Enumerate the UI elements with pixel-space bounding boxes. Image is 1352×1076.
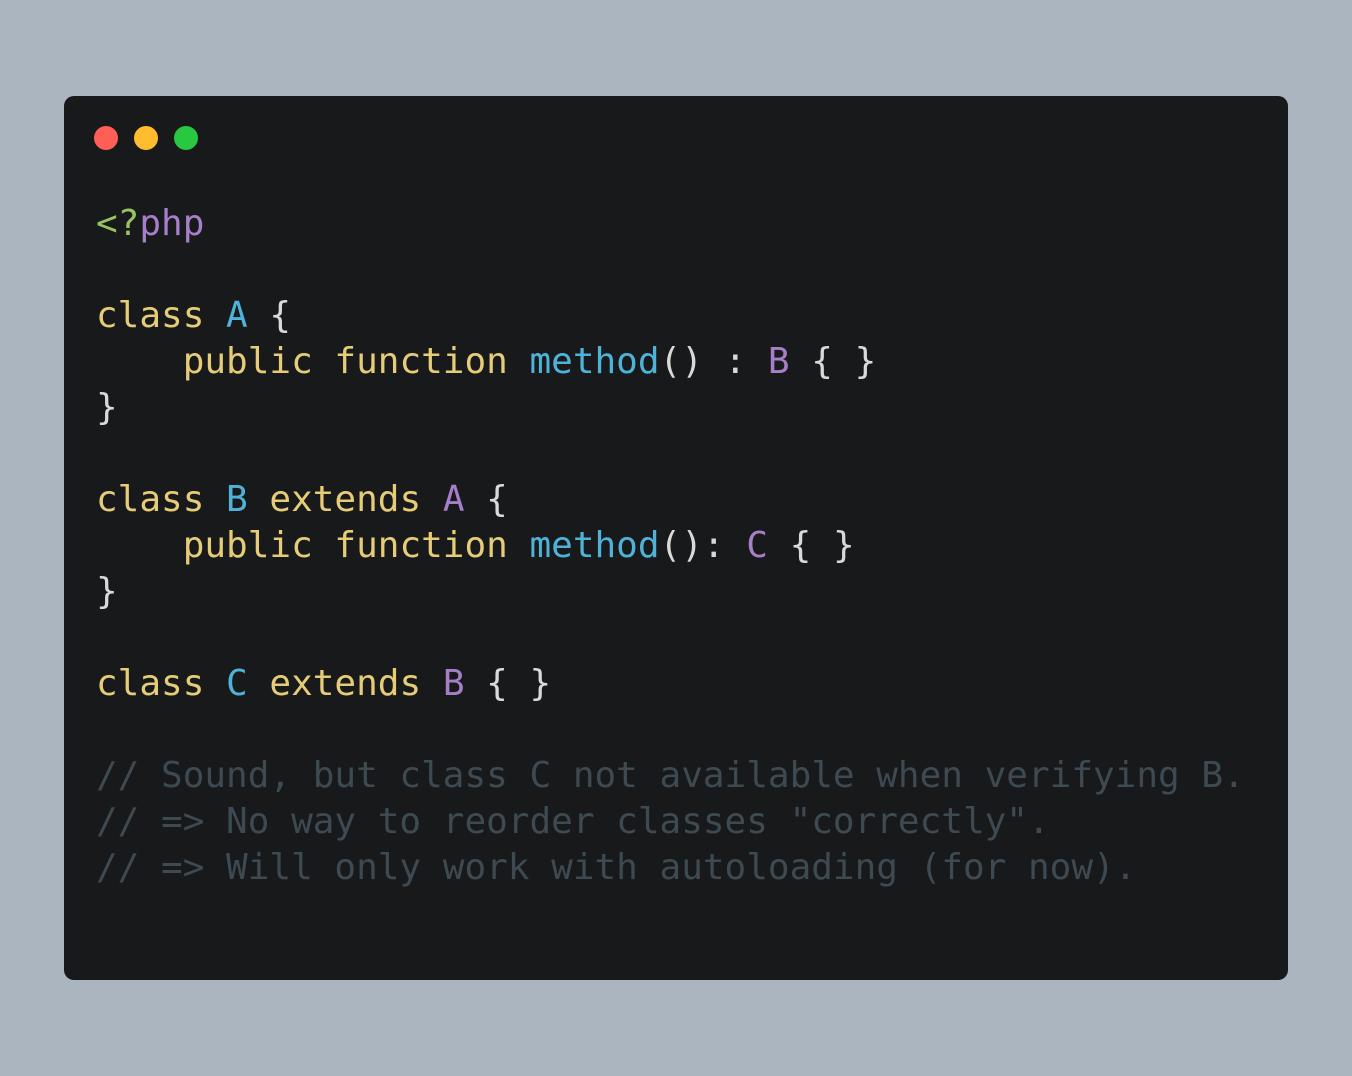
code-line: // => Will only work with autoloading (f… [96, 845, 1245, 891]
code-window: <?php class A { public function method() … [64, 96, 1288, 980]
code-line: public function method(): C { } [96, 523, 1245, 569]
code-token-php: php [139, 203, 205, 244]
code-token-type: B [767, 341, 790, 382]
code-token-plain: } [96, 387, 118, 428]
code-token-fn: method [529, 525, 660, 566]
code-token-tag: <? [96, 203, 140, 244]
code-line: <?php [96, 201, 1245, 247]
code-token-plain: { } [789, 341, 877, 382]
code-token-kw: extends [247, 663, 443, 704]
code-line: class A { [96, 293, 1245, 339]
code-token-type: C [746, 525, 768, 566]
code-token-kw: public function [182, 525, 530, 566]
code-line: } [96, 569, 1245, 615]
code-token-cls: C [226, 663, 248, 704]
code-token-kw: class [96, 663, 227, 704]
code-token-comment: // Sound, but class C not available when… [96, 755, 1245, 796]
code-token-comment: // => Will only work with autoloading (f… [96, 847, 1137, 888]
code-line: class B extends A { [96, 477, 1245, 523]
maximize-dot-icon [174, 126, 198, 150]
code-token-cls: A [226, 295, 248, 336]
code-block: <?php class A { public function method() … [96, 201, 1245, 891]
minimize-dot-icon [134, 126, 158, 150]
code-token-cls: B [226, 479, 248, 520]
code-token-plain: { } [767, 525, 855, 566]
code-token-kw: class [96, 295, 227, 336]
code-line: // Sound, but class C not available when… [96, 753, 1245, 799]
code-line: } [96, 385, 1245, 431]
code-token-comment: // => No way to reorder classes "correct… [96, 801, 1050, 842]
code-token-plain: { [464, 479, 508, 520]
code-token-kw: extends [247, 479, 443, 520]
code-token-plain: (): [659, 525, 747, 566]
code-token-plain: } [96, 571, 118, 612]
code-line: public function method() : B { } [96, 339, 1245, 385]
code-token-plain: { } [464, 663, 552, 704]
code-line: // => No way to reorder classes "correct… [96, 799, 1245, 845]
code-token-type: B [442, 663, 465, 704]
code-line: class C extends B { } [96, 661, 1245, 707]
code-token-plain: () : [659, 341, 768, 382]
close-dot-icon [94, 126, 118, 150]
code-token-type: A [442, 479, 465, 520]
code-token-kw: public function [182, 341, 530, 382]
code-token-plain: { [247, 295, 292, 336]
code-token-fn: method [529, 341, 660, 382]
code-token-kw: class [96, 479, 227, 520]
